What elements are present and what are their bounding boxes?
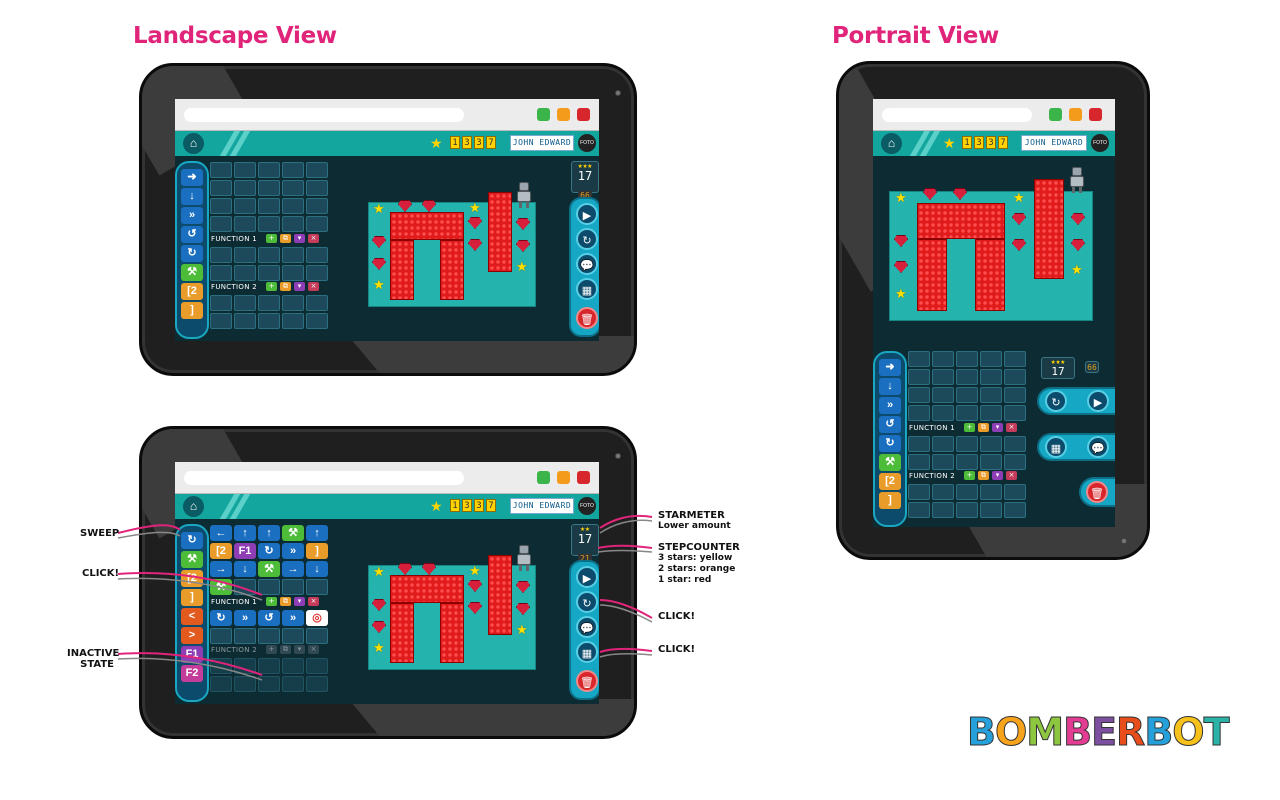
game-screen: ⌂ ★ 1337 JOHN EDWARD FOTO ★ ★ ★ ★ ➜ ↓ » … <box>873 99 1115 527</box>
stepcounter-title: STEPCOUNTER <box>658 542 740 553</box>
step-counter: 66 <box>1085 361 1099 373</box>
loop-start-icon[interactable]: [2 <box>879 473 901 490</box>
logo-letter: E <box>1091 710 1118 755</box>
add-icon[interactable]: + <box>964 423 976 432</box>
function-2-label: FUNCTION 2 <box>909 471 956 480</box>
reset-icon[interactable]: ↻ <box>1045 390 1067 412</box>
user-name: JOHN EDWARD <box>1021 135 1087 151</box>
map-icon[interactable]: ▦ <box>1045 436 1067 458</box>
paste-icon[interactable]: ▾ <box>992 423 1004 432</box>
function-2-header: FUNCTION 2 + ⧉ ▾ × <box>909 471 1018 480</box>
starmeter-sub: Lower amount <box>658 521 731 531</box>
hint-icon[interactable]: 💬 <box>1087 436 1109 458</box>
tablet-portrait: ⌂ ★ 1337 JOHN EDWARD FOTO ★ ★ ★ ★ ➜ ↓ » … <box>836 61 1150 560</box>
jump-command-icon[interactable]: » <box>879 397 901 414</box>
main-program-grid <box>908 351 1026 421</box>
star-pickup-icon: ★ <box>895 190 907 205</box>
logo-letter: B <box>1063 710 1093 755</box>
hammer-command-icon[interactable]: ⚒ <box>879 454 901 471</box>
camera-icon <box>1121 538 1127 544</box>
star-meter: ★★★ 17 <box>1041 357 1075 379</box>
logo-letter: B <box>967 710 997 755</box>
logo-letter: O <box>994 710 1027 755</box>
turn-right-icon[interactable]: ↻ <box>879 435 901 452</box>
maximize-button[interactable] <box>1049 108 1062 121</box>
annotation-stepcounter: STEPCOUNTER 3 stars: yellow 2 stars: ora… <box>658 542 740 586</box>
starmeter-title: STARMETER <box>658 510 725 521</box>
logo-letter: R <box>1116 710 1146 755</box>
function-1-label: FUNCTION 1 <box>909 423 956 432</box>
star-pickup-icon: ★ <box>1013 190 1025 205</box>
control-panel-bottom: 🗑 <box>1079 477 1115 507</box>
annotation-inactive: INACTIVE STATE <box>67 648 120 670</box>
star-icon: ★ <box>943 135 956 151</box>
home-icon[interactable]: ⌂ <box>881 133 902 154</box>
forward-command-icon[interactable]: ➜ <box>879 359 901 376</box>
command-palette: ➜ ↓ » ↺ ↻ ⚒ [2 ] <box>873 351 907 527</box>
app-bar: ⌂ ★ 1337 JOHN EDWARD FOTO <box>873 131 1115 156</box>
score-counter: 1337 <box>962 136 1008 149</box>
minimize-button[interactable] <box>1069 108 1082 121</box>
trash-icon[interactable]: 🗑 <box>1086 481 1108 503</box>
delete-icon[interactable]: × <box>1006 471 1018 480</box>
star-pickup-icon: ★ <box>1071 262 1083 277</box>
stepcounter-line: 3 stars: yellow <box>658 553 733 563</box>
add-icon[interactable]: + <box>964 471 976 480</box>
page: Landscape View Portrait View ⌂ ★ 1337 JO… <box>0 0 1280 800</box>
function-2-grid <box>908 484 1026 518</box>
browser-bar <box>873 99 1115 131</box>
control-panel-middle: ▦ 💬 <box>1037 433 1115 461</box>
logo-letter: O <box>1172 710 1205 755</box>
stepcounter-line: 2 stars: orange <box>658 564 736 574</box>
close-button[interactable] <box>1089 108 1102 121</box>
annotation-click-left: CLICK! <box>82 568 120 579</box>
copy-icon[interactable]: ⧉ <box>978 471 990 480</box>
function-1-grid <box>908 436 1026 470</box>
copy-icon[interactable]: ⧉ <box>978 423 990 432</box>
paste-icon[interactable]: ▾ <box>992 471 1004 480</box>
annotation-starmeter: STARMETER Lower amount <box>658 510 731 532</box>
stepcounter-line: 1 star: red <box>658 575 712 585</box>
loop-end-icon[interactable]: ] <box>879 492 901 509</box>
game-board: ★ ★ ★ ★ <box>889 167 1093 321</box>
logo-letter: M <box>1026 710 1065 755</box>
down-command-icon[interactable]: ↓ <box>879 378 901 395</box>
turn-left-icon[interactable]: ↺ <box>879 416 901 433</box>
bomberbot-logo: B O M B E R B O T <box>967 710 1231 755</box>
annotation-click-right-2: CLICK! <box>658 644 696 655</box>
star-pickup-icon: ★ <box>895 286 907 301</box>
function-1-header: FUNCTION 1 + ⧉ ▾ × <box>909 423 1018 432</box>
annotation-click-right-1: CLICK! <box>658 611 696 622</box>
url-bar[interactable] <box>882 108 1032 122</box>
annotation-sweep: SWEEP <box>80 528 120 539</box>
play-icon[interactable]: ▶ <box>1087 390 1109 412</box>
robot-icon <box>1069 167 1085 193</box>
control-panel-top: ↻ ▶ <box>1037 387 1115 415</box>
delete-icon[interactable]: × <box>1006 423 1018 432</box>
logo-letter: T <box>1203 710 1230 755</box>
profile-photo[interactable]: FOTO <box>1091 134 1109 152</box>
logo-letter: B <box>1144 710 1174 755</box>
